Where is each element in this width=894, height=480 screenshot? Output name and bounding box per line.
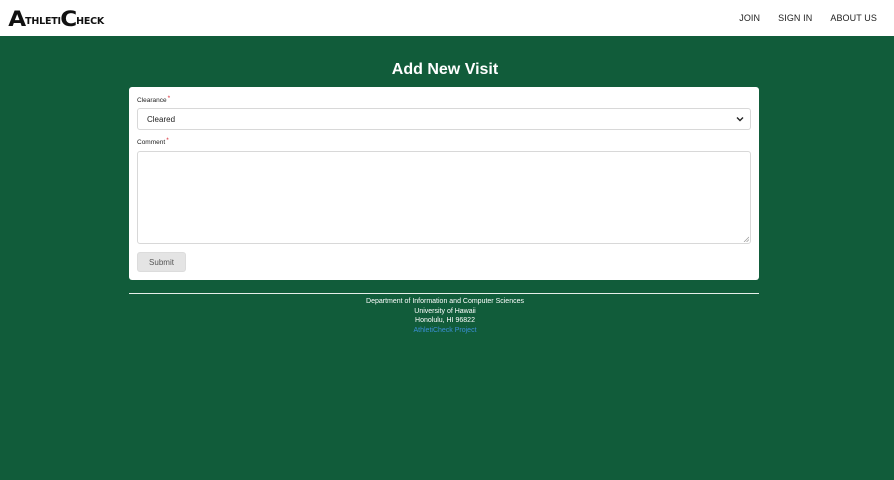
footer-department: Department of Information and Computer S… (366, 298, 524, 305)
submit-button[interactable]: Submit (137, 252, 186, 272)
page-edge (890, 0, 894, 36)
clearance-select[interactable]: Cleared (137, 108, 751, 130)
nav-about-us-link[interactable]: ABOUT US (821, 13, 886, 23)
required-marker: * (166, 137, 169, 144)
chevron-down-icon (736, 117, 744, 122)
add-visit-form-card: Clearance* Cleared Comment* Submit (129, 87, 759, 280)
clearance-selected-value: Cleared (147, 114, 176, 124)
logo-letter-a: A (8, 7, 26, 31)
logo-letter-c: C (60, 7, 77, 31)
nav-links: JOIN SIGN IN ABOUT US (730, 0, 886, 36)
clearance-label: Clearance* (137, 95, 171, 104)
nav-join-link[interactable]: JOIN (730, 13, 769, 23)
logo-text-heck: HECK (76, 16, 105, 27)
resize-grip-icon[interactable] (743, 236, 749, 242)
logo-text-thleti: THLETI (25, 16, 61, 27)
footer: Department of Information and Computer S… (0, 297, 890, 335)
footer-address: Honolulu, HI 96822 (415, 317, 475, 324)
footer-university: University of Hawaii (414, 307, 476, 315)
navbar: A THLETI C HECK JOIN SIGN IN ABOUT US (0, 0, 890, 36)
clearance-label-text: Clearance (137, 97, 167, 104)
comment-label-text: Comment (137, 139, 166, 146)
athleticheck-logo[interactable]: A THLETI C HECK (8, 7, 105, 31)
page-title: Add New Visit (391, 61, 499, 78)
footer-project-link[interactable]: AthletiCheck Project (0, 326, 890, 336)
required-marker: * (167, 95, 171, 102)
footer-divider (129, 293, 759, 294)
nav-sign-in-link[interactable]: SIGN IN (769, 13, 821, 23)
comment-textarea[interactable] (137, 151, 751, 244)
comment-label: Comment* (137, 137, 169, 146)
